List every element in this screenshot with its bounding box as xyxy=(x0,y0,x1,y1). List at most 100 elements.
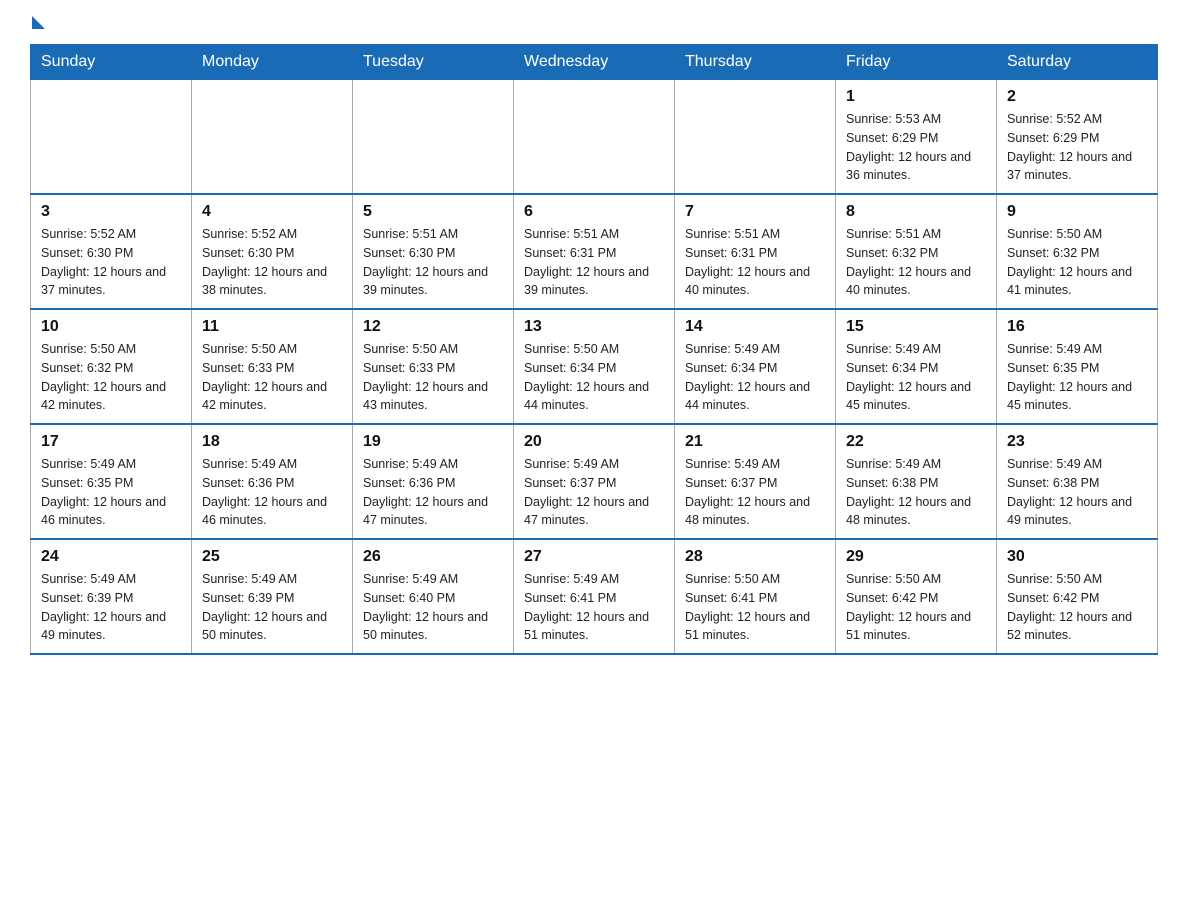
day-number: 29 xyxy=(846,548,986,566)
day-number: 23 xyxy=(1007,433,1147,451)
day-of-week-header: Friday xyxy=(836,45,997,80)
calendar-cell: 4 Sunrise: 5:52 AM Sunset: 6:30 PM Daylig… xyxy=(192,194,353,309)
calendar-cell: 28 Sunrise: 5:50 AM Sunset: 6:41 PM Dayli… xyxy=(675,539,836,654)
day-info: Sunrise: 5:49 AM Sunset: 6:37 PM Dayligh… xyxy=(524,455,664,530)
day-info: Sunrise: 5:50 AM Sunset: 6:34 PM Dayligh… xyxy=(524,340,664,415)
day-number: 5 xyxy=(363,203,503,221)
calendar-cell: 17 Sunrise: 5:49 AM Sunset: 6:35 PM Dayli… xyxy=(31,424,192,539)
calendar-cell: 11Sunrise: 5:50 AM Sunset: 6:33 PM Dayli… xyxy=(192,309,353,424)
calendar-cell: 1 Sunrise: 5:53 AM Sunset: 6:29 PM Daylig… xyxy=(836,80,997,195)
day-info: Sunrise: 5:49 AM Sunset: 6:35 PM Dayligh… xyxy=(1007,340,1147,415)
day-number: 24 xyxy=(41,548,181,566)
calendar-cell: 3 Sunrise: 5:52 AM Sunset: 6:30 PM Daylig… xyxy=(31,194,192,309)
day-number: 12 xyxy=(363,318,503,336)
day-number: 9 xyxy=(1007,203,1147,221)
day-info: Sunrise: 5:49 AM Sunset: 6:36 PM Dayligh… xyxy=(202,455,342,530)
day-number: 3 xyxy=(41,203,181,221)
calendar-cell: 26 Sunrise: 5:49 AM Sunset: 6:40 PM Dayli… xyxy=(353,539,514,654)
day-info: Sunrise: 5:49 AM Sunset: 6:38 PM Dayligh… xyxy=(846,455,986,530)
calendar-cell: 8 Sunrise: 5:51 AM Sunset: 6:32 PM Daylig… xyxy=(836,194,997,309)
calendar-cell xyxy=(353,80,514,195)
calendar-table: SundayMondayTuesdayWednesdayThursdayFrid… xyxy=(30,44,1158,655)
day-of-week-header: Monday xyxy=(192,45,353,80)
day-number: 1 xyxy=(846,88,986,106)
logo-triangle-icon xyxy=(32,16,45,29)
calendar-cell xyxy=(192,80,353,195)
calendar-week-row: 17 Sunrise: 5:49 AM Sunset: 6:35 PM Dayli… xyxy=(31,424,1158,539)
day-number: 21 xyxy=(685,433,825,451)
day-info: Sunrise: 5:50 AM Sunset: 6:41 PM Dayligh… xyxy=(685,570,825,645)
day-info: Sunrise: 5:53 AM Sunset: 6:29 PM Dayligh… xyxy=(846,110,986,185)
day-info: Sunrise: 5:49 AM Sunset: 6:34 PM Dayligh… xyxy=(846,340,986,415)
calendar-cell: 2 Sunrise: 5:52 AM Sunset: 6:29 PM Daylig… xyxy=(997,80,1158,195)
calendar-cell: 10 Sunrise: 5:50 AM Sunset: 6:32 PM Dayli… xyxy=(31,309,192,424)
calendar-week-row: 10 Sunrise: 5:50 AM Sunset: 6:32 PM Dayli… xyxy=(31,309,1158,424)
calendar-cell: 19Sunrise: 5:49 AM Sunset: 6:36 PM Dayli… xyxy=(353,424,514,539)
day-number: 27 xyxy=(524,548,664,566)
calendar-cell: 18 Sunrise: 5:49 AM Sunset: 6:36 PM Dayli… xyxy=(192,424,353,539)
calendar-cell: 6Sunrise: 5:51 AM Sunset: 6:31 PM Daylig… xyxy=(514,194,675,309)
day-of-week-header: Wednesday xyxy=(514,45,675,80)
day-number: 4 xyxy=(202,203,342,221)
calendar-cell: 15 Sunrise: 5:49 AM Sunset: 6:34 PM Dayli… xyxy=(836,309,997,424)
calendar-cell: 5Sunrise: 5:51 AM Sunset: 6:30 PM Daylig… xyxy=(353,194,514,309)
logo xyxy=(30,20,45,29)
day-number: 28 xyxy=(685,548,825,566)
day-number: 30 xyxy=(1007,548,1147,566)
day-number: 17 xyxy=(41,433,181,451)
day-info: Sunrise: 5:50 AM Sunset: 6:33 PM Dayligh… xyxy=(363,340,503,415)
day-number: 8 xyxy=(846,203,986,221)
calendar-cell: 24Sunrise: 5:49 AM Sunset: 6:39 PM Dayli… xyxy=(31,539,192,654)
day-info: Sunrise: 5:49 AM Sunset: 6:40 PM Dayligh… xyxy=(363,570,503,645)
day-number: 18 xyxy=(202,433,342,451)
calendar-header: SundayMondayTuesdayWednesdayThursdayFrid… xyxy=(31,45,1158,80)
day-number: 16 xyxy=(1007,318,1147,336)
day-info: Sunrise: 5:52 AM Sunset: 6:30 PM Dayligh… xyxy=(41,225,181,300)
day-info: Sunrise: 5:50 AM Sunset: 6:42 PM Dayligh… xyxy=(846,570,986,645)
days-of-week-row: SundayMondayTuesdayWednesdayThursdayFrid… xyxy=(31,45,1158,80)
day-of-week-header: Saturday xyxy=(997,45,1158,80)
calendar-cell: 12 Sunrise: 5:50 AM Sunset: 6:33 PM Dayli… xyxy=(353,309,514,424)
calendar-body: 1 Sunrise: 5:53 AM Sunset: 6:29 PM Daylig… xyxy=(31,80,1158,655)
day-number: 15 xyxy=(846,318,986,336)
calendar-cell xyxy=(31,80,192,195)
day-number: 10 xyxy=(41,318,181,336)
day-info: Sunrise: 5:50 AM Sunset: 6:32 PM Dayligh… xyxy=(41,340,181,415)
day-number: 2 xyxy=(1007,88,1147,106)
day-info: Sunrise: 5:51 AM Sunset: 6:32 PM Dayligh… xyxy=(846,225,986,300)
calendar-cell xyxy=(675,80,836,195)
calendar-cell: 25 Sunrise: 5:49 AM Sunset: 6:39 PM Dayli… xyxy=(192,539,353,654)
day-number: 13 xyxy=(524,318,664,336)
calendar-cell: 16 Sunrise: 5:49 AM Sunset: 6:35 PM Dayli… xyxy=(997,309,1158,424)
day-info: Sunrise: 5:49 AM Sunset: 6:41 PM Dayligh… xyxy=(524,570,664,645)
day-info: Sunrise: 5:50 AM Sunset: 6:42 PM Dayligh… xyxy=(1007,570,1147,645)
day-info: Sunrise: 5:49 AM Sunset: 6:35 PM Dayligh… xyxy=(41,455,181,530)
calendar-cell: 30 Sunrise: 5:50 AM Sunset: 6:42 PM Dayli… xyxy=(997,539,1158,654)
day-number: 19 xyxy=(363,433,503,451)
day-number: 25 xyxy=(202,548,342,566)
day-number: 14 xyxy=(685,318,825,336)
day-info: Sunrise: 5:52 AM Sunset: 6:30 PM Dayligh… xyxy=(202,225,342,300)
day-info: Sunrise: 5:51 AM Sunset: 6:31 PM Dayligh… xyxy=(685,225,825,300)
calendar-cell: 20Sunrise: 5:49 AM Sunset: 6:37 PM Dayli… xyxy=(514,424,675,539)
day-info: Sunrise: 5:51 AM Sunset: 6:31 PM Dayligh… xyxy=(524,225,664,300)
day-info: Sunrise: 5:50 AM Sunset: 6:32 PM Dayligh… xyxy=(1007,225,1147,300)
day-number: 11 xyxy=(202,318,342,336)
day-info: Sunrise: 5:49 AM Sunset: 6:39 PM Dayligh… xyxy=(202,570,342,645)
day-of-week-header: Thursday xyxy=(675,45,836,80)
calendar-cell: 29 Sunrise: 5:50 AM Sunset: 6:42 PM Dayli… xyxy=(836,539,997,654)
calendar-cell: 22 Sunrise: 5:49 AM Sunset: 6:38 PM Dayli… xyxy=(836,424,997,539)
day-info: Sunrise: 5:49 AM Sunset: 6:37 PM Dayligh… xyxy=(685,455,825,530)
day-number: 26 xyxy=(363,548,503,566)
header xyxy=(30,20,1158,26)
calendar-week-row: 3 Sunrise: 5:52 AM Sunset: 6:30 PM Daylig… xyxy=(31,194,1158,309)
calendar-cell: 23Sunrise: 5:49 AM Sunset: 6:38 PM Dayli… xyxy=(997,424,1158,539)
day-info: Sunrise: 5:49 AM Sunset: 6:34 PM Dayligh… xyxy=(685,340,825,415)
day-of-week-header: Tuesday xyxy=(353,45,514,80)
day-number: 22 xyxy=(846,433,986,451)
calendar-cell: 21 Sunrise: 5:49 AM Sunset: 6:37 PM Dayli… xyxy=(675,424,836,539)
calendar-cell: 14 Sunrise: 5:49 AM Sunset: 6:34 PM Dayli… xyxy=(675,309,836,424)
calendar-cell: 13 Sunrise: 5:50 AM Sunset: 6:34 PM Dayli… xyxy=(514,309,675,424)
day-info: Sunrise: 5:52 AM Sunset: 6:29 PM Dayligh… xyxy=(1007,110,1147,185)
calendar-cell: 7Sunrise: 5:51 AM Sunset: 6:31 PM Daylig… xyxy=(675,194,836,309)
